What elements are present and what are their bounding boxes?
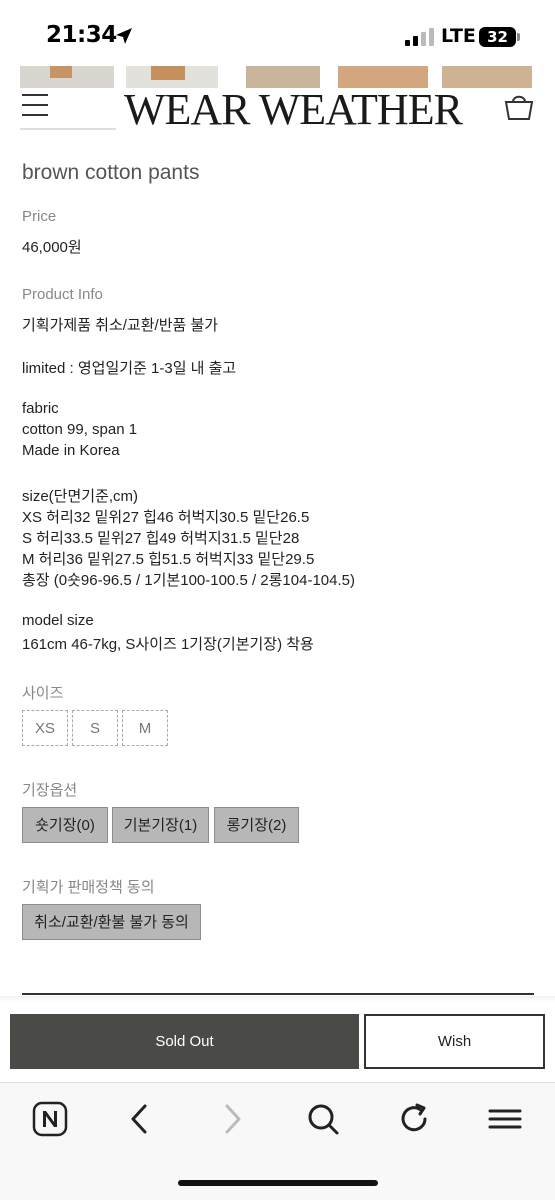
network-label: LTE — [441, 25, 476, 47]
info-line: 총장 (0숏96-96.5 / 1기본100-100.5 / 2롱104-104… — [22, 572, 355, 589]
site-header: WEAR WEATHER — [0, 66, 555, 146]
product-name: brown cotton pants — [22, 161, 200, 184]
info-line: M 허리36 밑위27.5 힙51.5 허벅지33 밑단29.5 — [22, 551, 315, 568]
size-option-m[interactable]: M — [122, 710, 168, 746]
section-divider — [22, 993, 534, 995]
status-time: 21:34 — [46, 22, 117, 48]
home-indicator — [178, 1180, 378, 1186]
battery-cap — [517, 33, 520, 41]
naver-icon[interactable] — [32, 1101, 68, 1137]
thumbnail-divider — [20, 128, 116, 130]
signal-icon — [405, 28, 434, 46]
length-option-short[interactable]: 숏기장(0) — [22, 807, 108, 843]
info-line: cotton 99, span 1 — [22, 421, 138, 438]
refresh-icon[interactable] — [396, 1101, 432, 1137]
status-bar: 21:34 LTE 32 — [0, 0, 555, 66]
thumbnail-1[interactable] — [20, 66, 114, 88]
length-option-regular[interactable]: 기본기장(1) — [112, 807, 209, 843]
price-value: 46,000원 — [22, 239, 82, 256]
info-line: 161cm 46-7kg, S사이즈 1기장(기본기장) 착용 — [22, 636, 314, 653]
info-line: size(단면기준,cm) — [22, 488, 139, 505]
policy-label: 기획가 판매정책 동의 — [22, 879, 155, 896]
back-icon[interactable] — [122, 1101, 158, 1137]
size-option-label: 사이즈 — [22, 685, 64, 702]
battery-indicator: 32 — [479, 27, 516, 47]
brand-logo[interactable]: WEAR WEATHER — [124, 84, 463, 135]
size-option-s[interactable]: S — [72, 710, 118, 746]
length-option-label: 기장옵션 — [22, 782, 78, 799]
size-option-xs[interactable]: XS — [22, 710, 68, 746]
info-line: model size — [22, 612, 94, 629]
info-line: 기획가제품 취소/교환/반품 불가 — [22, 317, 219, 334]
length-option-long[interactable]: 롱기장(2) — [214, 807, 299, 843]
price-label: Price — [22, 208, 57, 225]
menu-icon[interactable] — [487, 1101, 523, 1137]
info-line: limited : 영업일기준 1-3일 내 출고 — [22, 360, 237, 377]
info-line: XS 허리32 밑위27 힙46 허벅지30.5 밑단26.5 — [22, 509, 310, 526]
product-info-label: Product Info — [22, 286, 103, 303]
policy-agree-option[interactable]: 취소/교환/환불 불가 동의 — [22, 904, 201, 940]
sold-out-button[interactable]: Sold Out — [10, 1014, 359, 1069]
location-arrow-icon — [116, 28, 132, 44]
search-icon[interactable] — [305, 1101, 341, 1137]
cart-icon[interactable] — [502, 92, 536, 122]
forward-icon[interactable] — [214, 1101, 250, 1137]
wish-button[interactable]: Wish — [364, 1014, 545, 1069]
info-line: Made in Korea — [22, 442, 120, 459]
divider-shadow — [0, 996, 555, 1002]
info-line: fabric — [22, 400, 59, 417]
info-line: S 허리33.5 밑위27 힙49 허벅지31.5 밑단28 — [22, 530, 300, 547]
menu-icon[interactable] — [22, 90, 48, 120]
